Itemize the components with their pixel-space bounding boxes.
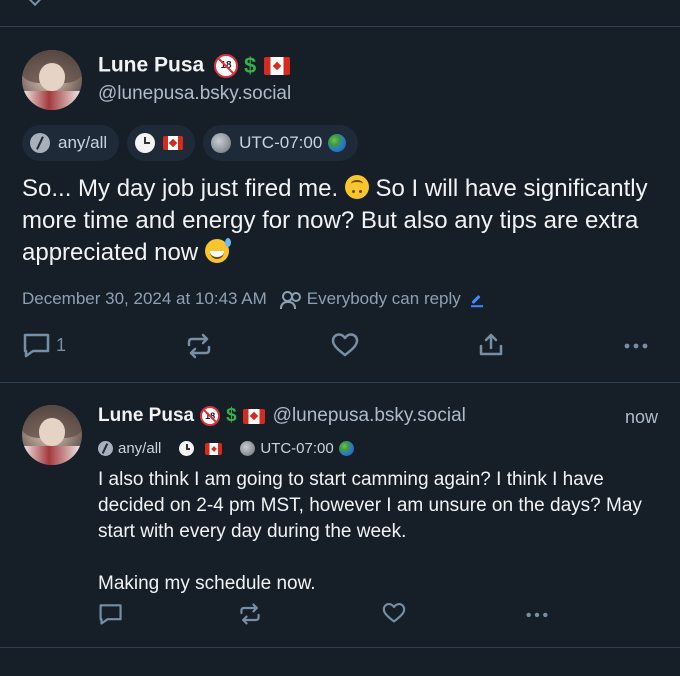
repost-icon bbox=[187, 333, 211, 359]
repost-button[interactable] bbox=[185, 332, 213, 360]
reply-icon bbox=[23, 333, 50, 358]
label-pill-clock-flag[interactable] bbox=[127, 125, 196, 161]
reply-button[interactable] bbox=[98, 602, 124, 626]
reply-icon bbox=[99, 604, 122, 625]
profile-labels: any/all UTC-07:00 bbox=[98, 440, 372, 457]
label-pill-timezone[interactable]: UTC-07:00 bbox=[203, 125, 359, 161]
flag-canada-icon bbox=[163, 136, 184, 150]
previous-post-fragment bbox=[0, 0, 680, 27]
globe-icon bbox=[328, 134, 347, 152]
profile-labels: any/all UTC-07:00 bbox=[22, 125, 366, 161]
avatar[interactable] bbox=[22, 405, 82, 465]
flag-canada-icon bbox=[242, 408, 265, 424]
pencil-icon[interactable] bbox=[471, 294, 481, 304]
no-under-18-icon: 18 bbox=[214, 54, 239, 78]
more-options-button[interactable] bbox=[622, 332, 650, 358]
reply-timestamp[interactable]: now bbox=[625, 407, 658, 428]
reply-button[interactable]: 1 bbox=[22, 332, 66, 358]
share-icon bbox=[479, 333, 503, 356]
heart-icon bbox=[331, 333, 359, 357]
clock-icon bbox=[135, 133, 156, 153]
moon-icon bbox=[211, 133, 232, 153]
post-timestamp[interactable]: December 30, 2024 at 10:43 AM bbox=[22, 289, 267, 309]
bluesky-thread-view: Lune Pusa 18 $ @lunepusa.bsky.social any/… bbox=[0, 0, 680, 676]
author-handle[interactable]: @lunepusa.bsky.social bbox=[273, 405, 466, 427]
main-post[interactable]: Lune Pusa 18 $ @lunepusa.bsky.social any/… bbox=[0, 27, 680, 383]
author-display-name[interactable]: Lune Pusa 18 $ bbox=[98, 53, 291, 79]
reply-setting[interactable]: Everybody can reply bbox=[307, 289, 461, 309]
globe-icon bbox=[338, 441, 354, 456]
flag-canada-icon bbox=[264, 57, 291, 75]
reply-header: Lune Pusa 18 $ @lunepusa.bsky.social bbox=[98, 405, 466, 427]
label-pill-any-all[interactable]: any/all bbox=[22, 125, 120, 161]
like-button[interactable] bbox=[331, 332, 359, 358]
repost-icon bbox=[240, 603, 260, 625]
post-text: I also think I am going to start camming… bbox=[98, 469, 642, 594]
more-options-button[interactable] bbox=[524, 602, 550, 626]
action-bar bbox=[98, 602, 560, 632]
reply-post[interactable]: Lune Pusa 18 $ @lunepusa.bsky.social now… bbox=[0, 383, 680, 648]
slash-circle-icon bbox=[98, 441, 113, 456]
dollar-sign-icon: $ bbox=[226, 405, 237, 426]
moon-icon bbox=[240, 441, 256, 456]
like-button[interactable] bbox=[382, 602, 406, 624]
post-meta: December 30, 2024 at 10:43 AM Everybody … bbox=[22, 289, 481, 309]
label-any-all[interactable]: any/all bbox=[98, 440, 161, 457]
no-under-18-icon: 18 bbox=[200, 406, 221, 426]
reply-count: 1 bbox=[56, 334, 67, 355]
post-text: So... My day job just fired me. So I wil… bbox=[22, 175, 648, 266]
clock-icon bbox=[179, 441, 195, 456]
people-icon bbox=[279, 290, 301, 309]
flag-canada-icon bbox=[205, 442, 223, 455]
action-bar: 1 bbox=[22, 332, 658, 366]
slash-circle-icon bbox=[30, 133, 50, 153]
share-button[interactable] bbox=[478, 332, 504, 358]
label-clock-flag[interactable] bbox=[179, 441, 223, 456]
upside-down-face-icon bbox=[344, 175, 369, 199]
author-handle[interactable]: @lunepusa.bsky.social bbox=[98, 83, 291, 105]
grinning-sweat-face-icon bbox=[204, 238, 231, 263]
heart-icon bbox=[382, 603, 406, 623]
ellipsis-icon bbox=[624, 343, 648, 349]
repost-button[interactable] bbox=[238, 602, 262, 626]
label-timezone[interactable]: UTC-07:00 bbox=[240, 440, 354, 457]
author-display-name[interactable]: Lune Pusa bbox=[98, 405, 194, 427]
dollar-sign-icon: $ bbox=[244, 53, 257, 78]
ellipsis-icon bbox=[526, 612, 548, 618]
chevron-icon bbox=[27, 0, 43, 7]
avatar[interactable] bbox=[22, 50, 82, 110]
